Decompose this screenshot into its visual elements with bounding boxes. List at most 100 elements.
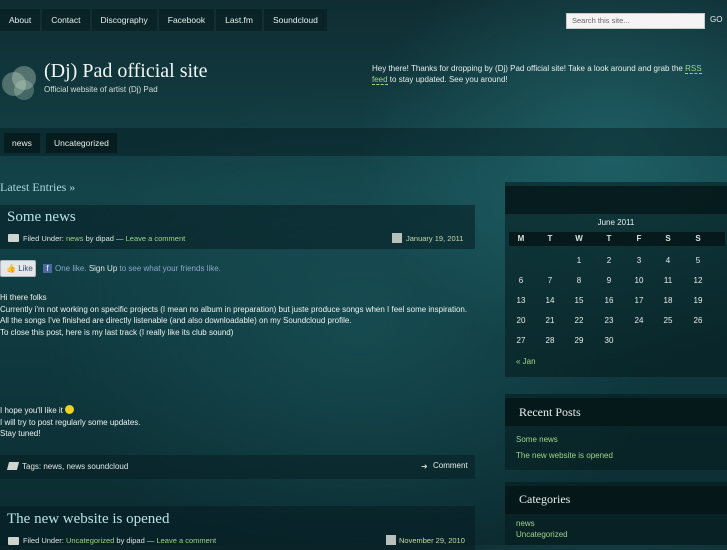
post-tags: Tags: news, news soundcloud xyxy=(22,462,128,471)
leave-comment-link[interactable]: Leave a comment xyxy=(126,234,186,243)
category-bar: news Uncategorized xyxy=(0,128,727,156)
folder-icon xyxy=(8,537,19,545)
calendar-day-header: T xyxy=(606,234,612,243)
calendar-day: 13 xyxy=(516,296,526,305)
recent-post-link[interactable]: Some news xyxy=(516,435,558,444)
post-line: I hope you'll like it xyxy=(0,406,63,415)
nav-discography[interactable]: Discography xyxy=(91,9,157,31)
top-nav: About Contact Discography Facebook Last.… xyxy=(0,9,327,31)
calendar-icon xyxy=(392,233,402,243)
post-date: November 29, 2010 xyxy=(399,536,465,545)
calendar-day: 25 xyxy=(663,316,673,325)
smiley-icon xyxy=(65,405,75,414)
calendar-day: 8 xyxy=(576,276,582,285)
calendar-day-header: M xyxy=(517,234,525,243)
post-paragraph: I will try to post regularly some update… xyxy=(0,417,141,427)
calendar-day: 21 xyxy=(545,316,555,325)
leave-comment-link[interactable]: Leave a comment xyxy=(156,536,216,545)
nav-facebook[interactable]: Facebook xyxy=(158,9,215,31)
calendar-day: 12 xyxy=(693,276,703,285)
calendar-day: 19 xyxy=(693,296,703,305)
welcome-message: Hey there! Thanks for dropping by (Dj) P… xyxy=(372,63,712,85)
calendar-day: 27 xyxy=(516,336,526,345)
calendar-day: 1 xyxy=(576,256,582,265)
category-news[interactable]: news xyxy=(4,133,40,153)
search-input[interactable]: Search this site... xyxy=(566,13,705,29)
category-link[interactable]: news xyxy=(516,519,535,528)
filed-under-label: Filed Under: xyxy=(23,234,64,243)
post-paragraph: I hope you'll like it xyxy=(0,405,141,417)
comment-arrow-icon: ➜ xyxy=(421,462,428,471)
welcome-text-end: to stay updated. See you around! xyxy=(387,75,508,84)
calendar-day-header: S xyxy=(695,234,701,243)
site-logo-icon xyxy=(2,66,36,100)
calendar-day-header: T xyxy=(547,234,553,243)
post-meta: Filed Under: news by dipad — Leave a com… xyxy=(23,234,185,243)
calendar-day: 30 xyxy=(604,336,614,345)
calendar-prev-link[interactable]: « Jan xyxy=(516,357,536,366)
calendar-day: 3 xyxy=(636,256,642,265)
facebook-icon: f xyxy=(43,264,52,273)
calendar-day: 5 xyxy=(695,256,701,265)
calendar-day: 14 xyxy=(545,296,555,305)
like-count: One like. xyxy=(55,264,87,273)
calendar-day: 17 xyxy=(634,296,644,305)
calendar-day: 23 xyxy=(604,316,614,325)
calendar-day: 15 xyxy=(574,296,584,305)
comment-link[interactable]: Comment xyxy=(433,461,468,470)
post-paragraph: To close this post, here is my last trac… xyxy=(0,327,234,337)
post-paragraph: Currently i'm not working on specific pr… xyxy=(0,304,468,314)
calendar-day: 22 xyxy=(574,316,584,325)
nav-contact[interactable]: Contact xyxy=(42,9,90,31)
calendar-day: 24 xyxy=(634,316,644,325)
welcome-text-start: Hey there! Thanks for dropping by (Dj) P… xyxy=(372,64,686,73)
thumb-icon: 👍 xyxy=(6,264,16,273)
categories-title: Categories xyxy=(519,492,571,506)
calendar-day: 6 xyxy=(518,276,524,285)
site-title[interactable]: (Dj) Pad official site xyxy=(44,60,207,83)
post-meta: Filed Under: Uncategorized by dipad — Le… xyxy=(23,536,216,545)
post-ending: I hope you'll like it I will try to post… xyxy=(0,405,141,440)
calendar-day: 4 xyxy=(665,256,671,265)
post-author: by dipad — xyxy=(116,536,155,545)
post-paragraph: Hi there folks xyxy=(0,293,47,302)
nav-about[interactable]: About xyxy=(0,9,41,31)
like-button[interactable]: 👍 Like xyxy=(0,260,36,277)
category-link[interactable]: Uncategorized xyxy=(516,530,568,539)
recent-posts-title: Recent Posts xyxy=(519,405,581,419)
post-category-link[interactable]: Uncategorized xyxy=(66,536,114,545)
category-uncategorized[interactable]: Uncategorized xyxy=(46,133,117,153)
nav-soundcloud[interactable]: Soundcloud xyxy=(263,9,327,31)
nav-lastfm[interactable]: Last.fm xyxy=(216,9,262,31)
post-title[interactable]: The new website is opened xyxy=(7,511,169,528)
calendar-day: 16 xyxy=(604,296,614,305)
calendar-day: 20 xyxy=(516,316,526,325)
recent-post-link[interactable]: The new website is opened xyxy=(516,451,613,460)
signup-link[interactable]: Sign Up xyxy=(89,264,117,273)
like-info: One like. Sign Up to see what your frien… xyxy=(55,264,221,273)
calendar-caption: June 2011 xyxy=(597,218,635,227)
post-category-link[interactable]: news xyxy=(66,234,84,243)
post-title[interactable]: Some news xyxy=(7,209,76,226)
calendar-day: 11 xyxy=(663,276,673,285)
calendar-day: 2 xyxy=(606,256,612,265)
post-paragraph: Stay tuned! xyxy=(0,429,41,438)
calendar-day-header: W xyxy=(575,234,583,243)
calendar-icon xyxy=(386,535,396,545)
calendar-day: 28 xyxy=(545,336,555,345)
filed-under-label: Filed Under: xyxy=(23,536,64,545)
calendar-day: 26 xyxy=(693,316,703,325)
tags-links[interactable]: news, news soundcloud xyxy=(43,462,128,471)
calendar-day: 10 xyxy=(634,276,644,285)
calendar-day-header: F xyxy=(636,234,642,243)
post-body: Hi there folks Currently i'm not working… xyxy=(0,292,467,338)
tag-icon xyxy=(6,462,20,470)
search-go-button[interactable]: GO xyxy=(710,15,722,24)
post-paragraph: All the songs I've finished are directly… xyxy=(0,316,352,325)
calendar-day: 7 xyxy=(547,276,553,285)
post-author: by dipad — xyxy=(85,234,124,243)
calendar-day-header: S xyxy=(665,234,671,243)
latest-entries-heading: Latest Entries » xyxy=(0,180,76,194)
folder-icon xyxy=(8,234,19,242)
calendar-widget-header xyxy=(505,186,727,214)
